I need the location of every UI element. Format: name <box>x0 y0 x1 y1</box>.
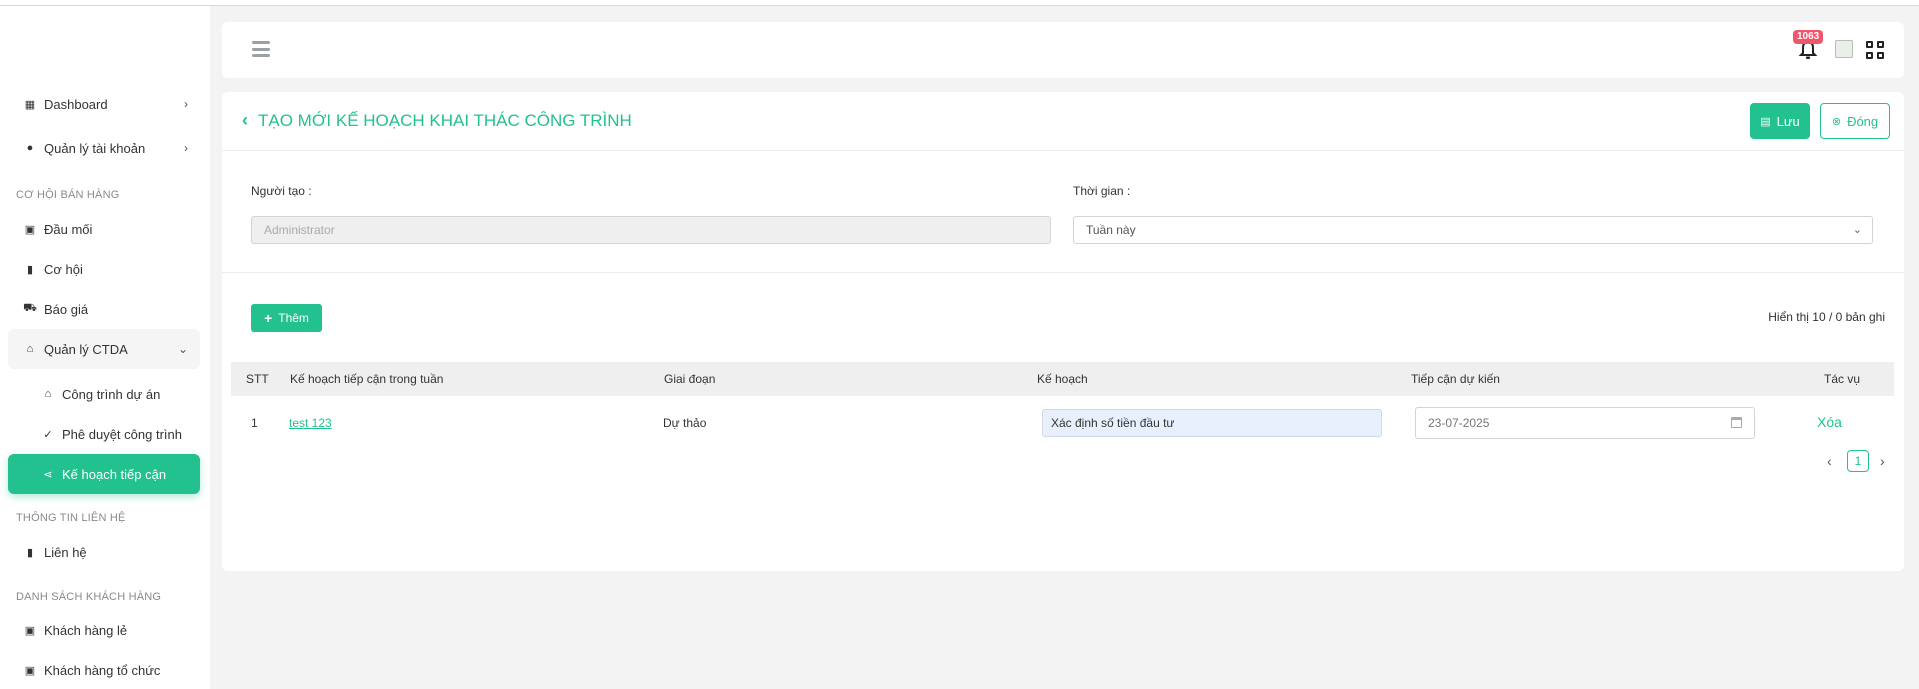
column-header-stt: STT <box>246 372 269 386</box>
avatar[interactable] <box>1835 40 1853 58</box>
sidebar-item-label: Báo giá <box>44 301 89 317</box>
column-header-actions: Tác vụ <box>1824 372 1861 386</box>
sidebar-item-ctda[interactable]: ⌂ Quản lý CTDA ⌄ <box>8 329 200 369</box>
building-icon: ▮ <box>26 546 34 559</box>
sidebar-item-leads[interactable]: ▣ Đầu mối <box>8 209 200 249</box>
notification-badge: 1063 <box>1793 30 1824 44</box>
sidebar-item-label: Phê duyệt công trình <box>62 426 182 442</box>
sidebar-item-label: Khách hàng lẻ <box>44 622 128 638</box>
pagination-prev-icon[interactable]: ‹ <box>1827 453 1832 469</box>
sidebar-item-individual-customers[interactable]: ▣ Khách hàng lẻ <box>8 610 200 650</box>
pagination-page[interactable]: 1 <box>1847 450 1869 472</box>
add-button[interactable]: + Thêm <box>251 304 322 332</box>
sidebar-item-contacts[interactable]: ▮ Liên hệ <box>8 532 200 572</box>
add-button-label: Thêm <box>278 311 309 325</box>
pagination-next-icon[interactable]: › <box>1880 453 1885 469</box>
column-header-plan: Kế hoạch <box>1037 372 1088 386</box>
sidebar-item-approach-plan[interactable]: ⋖ Kế hoạch tiếp cận <box>8 454 200 494</box>
creator-input: Administrator <box>251 216 1051 244</box>
hamburger-menu-icon[interactable] <box>252 41 270 57</box>
sidebar-item-label: Dashboard <box>44 96 108 112</box>
contact-card-icon: ▣ <box>24 664 36 677</box>
row-plan-name-link[interactable]: test 123 <box>289 416 332 430</box>
chevron-down-icon: ⌄ <box>177 342 188 356</box>
row-date-value: 23-07-2025 <box>1428 416 1490 430</box>
back-arrow-icon[interactable]: ‹ <box>242 110 248 131</box>
table-header: STT Kế hoạch tiếp cận trong tuần Giai đo… <box>231 362 1894 396</box>
sidebar-item-label: Liên hệ <box>44 544 87 560</box>
home-icon: ⌂ <box>44 388 52 400</box>
sidebar-item-organization-customers[interactable]: ▣ Khách hàng tổ chức <box>8 650 200 689</box>
page-title-text: TẠO MỚI KẾ HOẠCH KHAI THÁC CÔNG TRÌNH <box>258 110 632 130</box>
column-header-stage: Giai đoạn <box>664 372 716 386</box>
sidebar-item-label: Cơ hội <box>44 261 83 277</box>
plus-icon: + <box>264 310 273 326</box>
close-button-label: Đóng <box>1847 113 1879 129</box>
sidebar: ▦ Dashboard › ● Quản lý tài khoản › CƠ H… <box>0 6 210 689</box>
sidebar-item-label: Khách hàng tổ chức <box>44 662 161 678</box>
contact-card-icon: ▣ <box>24 223 36 236</box>
sidebar-item-label: Quản lý tài khoản <box>44 140 146 156</box>
close-button[interactable]: ⊗ Đóng <box>1820 103 1890 139</box>
save-button[interactable]: ▤ Lưu <box>1750 103 1810 139</box>
sidebar-item-label: Công trình dự án <box>62 386 161 402</box>
chevron-right-icon: › <box>184 97 188 111</box>
time-select-value: Tuần này <box>1086 223 1136 237</box>
sidebar-item-label: Quản lý CTDA <box>44 341 128 357</box>
chevron-right-icon: › <box>184 141 188 155</box>
creator-label: Người tạo : <box>251 184 312 198</box>
home-icon: ⌂ <box>26 343 34 355</box>
section-title-contact: THÔNG TIN LIÊN HỆ <box>16 512 126 524</box>
row-stage: Dự thảo <box>663 416 707 430</box>
sidebar-item-projects[interactable]: ⌂ Công trình dự án <box>8 374 200 414</box>
sidebar-item-label: Đầu mối <box>44 221 93 237</box>
time-label: Thời gian : <box>1073 184 1131 198</box>
sidebar-item-label: Kế hoạch tiếp cận <box>62 466 167 482</box>
share-icon: ⋖ <box>43 468 53 481</box>
row-date-input[interactable]: 23-07-2025 <box>1415 407 1755 439</box>
calendar-icon <box>1731 417 1742 428</box>
divider <box>222 150 1904 151</box>
row-stt: 1 <box>251 416 258 430</box>
row-plan-input[interactable]: Xác định số tiền đầu tư <box>1042 409 1382 437</box>
dashboard-icon: ▦ <box>24 98 36 111</box>
sidebar-item-account-management[interactable]: ● Quản lý tài khoản › <box>8 128 200 168</box>
apps-grid-icon[interactable] <box>1866 41 1884 59</box>
building-icon: ▮ <box>26 263 34 276</box>
chevron-down-icon: ⌄ <box>1852 224 1862 236</box>
cart-icon: ⛟ <box>23 302 37 314</box>
column-header-expected-approach: Tiếp cận dự kiến <box>1411 372 1500 386</box>
section-title-sales: CƠ HỘI BÁN HÀNG <box>16 189 120 201</box>
delete-link[interactable]: Xóa <box>1817 414 1842 430</box>
sidebar-item-quotes[interactable]: ⛟ Báo giá <box>8 289 200 329</box>
sidebar-item-opportunities[interactable]: ▮ Cơ hội <box>8 249 200 289</box>
column-header-weekly-plan: Kế hoạch tiếp cận trong tuần <box>290 372 444 386</box>
record-count: Hiển thị 10 / 0 bản ghi <box>1768 310 1885 324</box>
top-border <box>0 0 1919 6</box>
main-card: ‹ TẠO MỚI KẾ HOẠCH KHAI THÁC CÔNG TRÌNH … <box>222 92 1904 571</box>
divider <box>222 272 1904 273</box>
sidebar-item-dashboard[interactable]: ▦ Dashboard › <box>8 84 200 124</box>
save-button-label: Lưu <box>1776 113 1800 129</box>
sidebar-item-project-approval[interactable]: ✓ Phê duyệt công trình <box>8 414 200 454</box>
section-title-customers: DANH SÁCH KHÁCH HÀNG <box>16 591 162 603</box>
page-title: ‹ TẠO MỚI KẾ HOẠCH KHAI THÁC CÔNG TRÌNH <box>242 110 632 131</box>
close-circle-icon: ⊗ <box>1831 115 1842 128</box>
check-circle-icon: ✓ <box>43 428 53 441</box>
time-select[interactable]: Tuần này ⌄ <box>1073 216 1873 244</box>
contact-card-icon: ▣ <box>24 624 36 637</box>
account-icon: ● <box>26 142 34 154</box>
save-icon: ▤ <box>1760 115 1771 128</box>
top-header: 1063 <box>222 22 1904 78</box>
